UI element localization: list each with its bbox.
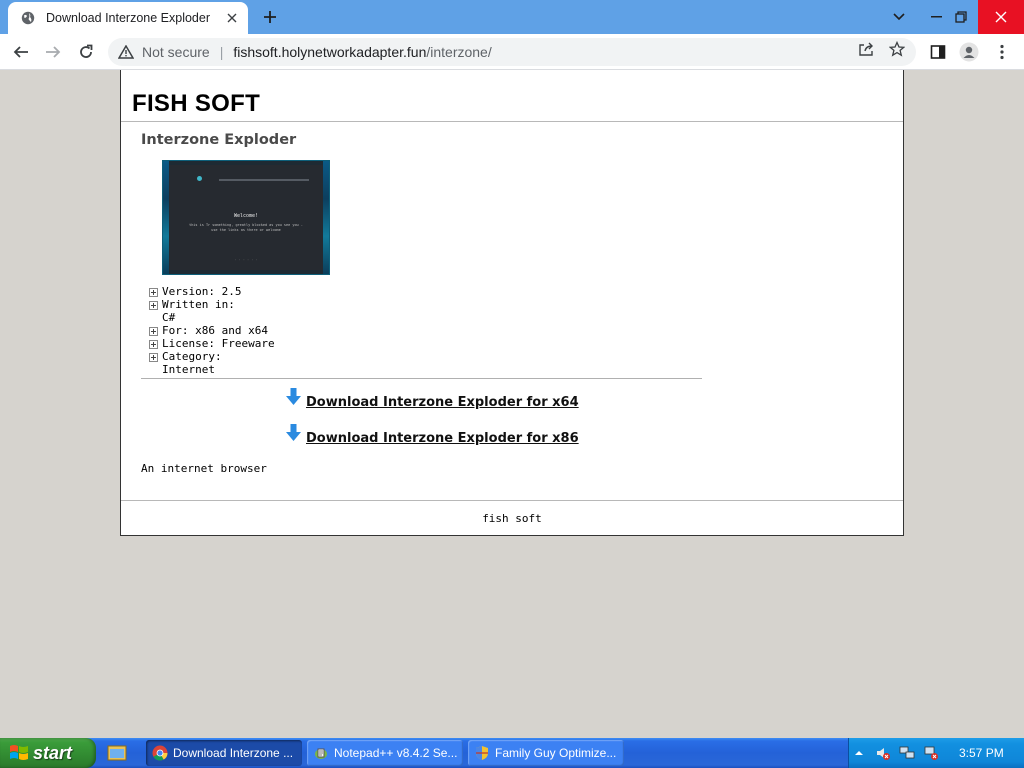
system-tray: 3:57 PM [848,738,1024,768]
share-icon[interactable] [857,40,875,58]
url-host: fishsoft.holynetworkadapter.fun [233,44,427,60]
menu-kebab-icon[interactable] [989,40,1015,64]
download-x64: Download Interzone Exploder for x64 [286,388,579,410]
taskbar: start Download Interzone ... Notepad++ v… [0,738,1024,768]
download-x86: Download Interzone Exploder for x86 [286,424,579,446]
product-screenshot: Welcome! this is Tr something, greatly b… [162,160,330,275]
address-bar[interactable]: Not secure | fishsoft.holynetworkadapter… [108,38,916,66]
volume-muted-icon[interactable] [875,745,891,761]
windows-logo-icon [10,745,28,760]
new-tab-icon[interactable] [258,6,282,28]
screenshot-address-bar [219,179,309,181]
shield-icon [476,746,488,760]
restore-icon[interactable] [942,0,980,34]
screenshot-footer: · · · · · · [234,258,258,262]
expand-icon[interactable] [149,340,158,349]
header-divider [121,121,903,122]
screenshot-subtitle: this is Tr something, greatly blocked as… [189,223,303,232]
specs-divider [141,378,702,379]
forward-icon[interactable] [40,40,66,64]
network-disconnected-icon[interactable] [923,745,939,761]
download-x86-link[interactable]: Download Interzone Exploder for x86 [306,431,579,446]
tray-expand-icon[interactable] [851,745,867,761]
start-label: start [33,742,73,763]
task-label: Family Guy Optimize... [495,746,617,760]
browser-toolbar: Not secure | fishsoft.holynetworkadapter… [0,34,1024,70]
task-notepadpp[interactable]: Notepad++ v8.4.2 Se... [307,740,463,766]
page-footer: fish soft [482,512,542,525]
spec-item: Version: 2.5 [149,285,275,298]
tab-search-icon[interactable] [880,0,918,34]
warning-icon[interactable] [118,44,134,60]
expand-icon[interactable] [149,353,158,362]
screenshot-window: Welcome! this is Tr something, greatly b… [169,165,323,270]
clock[interactable]: 3:57 PM [959,746,1004,760]
task-label: Download Interzone ... [173,746,294,760]
address-separator: | [219,44,224,60]
window-close-icon[interactable] [978,0,1024,34]
spec-value: Internet [162,363,215,376]
screenshot-welcome: Welcome! [233,213,259,219]
expand-icon[interactable] [149,327,158,336]
download-arrow-icon [286,424,301,441]
back-icon[interactable] [8,40,34,64]
bookmark-star-icon[interactable] [888,40,906,58]
side-panel-icon[interactable] [925,40,951,64]
spec-item: For: x86 and x64 [149,324,275,337]
security-label[interactable]: Not secure [142,44,210,60]
expand-icon[interactable] [149,301,158,310]
task-chrome[interactable]: Download Interzone ... [146,740,302,766]
site-title: FISH SOFT [132,90,261,117]
page-container: FISH SOFT Interzone Exploder Welcome! th… [120,70,904,536]
tab-title: Download Interzone Exploder [46,11,210,25]
globe-icon [20,10,36,26]
spec-value: C# [162,311,176,324]
task-label: Notepad++ v8.4.2 Se... [334,746,458,760]
url-path: /interzone/ [426,44,492,60]
download-x64-link[interactable]: Download Interzone Exploder for x64 [306,395,579,410]
chrome-icon [152,745,168,761]
show-desktop-icon[interactable] [106,743,128,763]
spec-item: Category: [149,350,275,363]
footer-divider [121,500,903,501]
tab-active[interactable]: Download Interzone Exploder [8,2,248,34]
screenshot-edge-right [323,161,329,274]
network-icon[interactable] [899,745,915,761]
product-title: Interzone Exploder [141,132,297,148]
task-family-guy[interactable]: Family Guy Optimize... [468,740,624,766]
spec-item: Written in: [149,298,275,311]
reload-icon[interactable] [73,40,99,64]
profile-avatar-icon[interactable] [956,40,982,64]
download-arrow-icon [286,388,301,405]
notepadpp-icon [315,748,327,759]
expand-icon[interactable] [149,288,158,297]
tab-strip: Download Interzone Exploder [0,0,1024,34]
spec-list: Version: 2.5 Written in: C# For: x86 and… [149,285,275,376]
product-description: An internet browser [141,462,267,475]
screenshot-logo-icon [197,176,202,181]
spec-item: License: Freeware [149,337,275,350]
tab-close-icon[interactable] [224,10,240,26]
start-button[interactable]: start [0,738,96,768]
